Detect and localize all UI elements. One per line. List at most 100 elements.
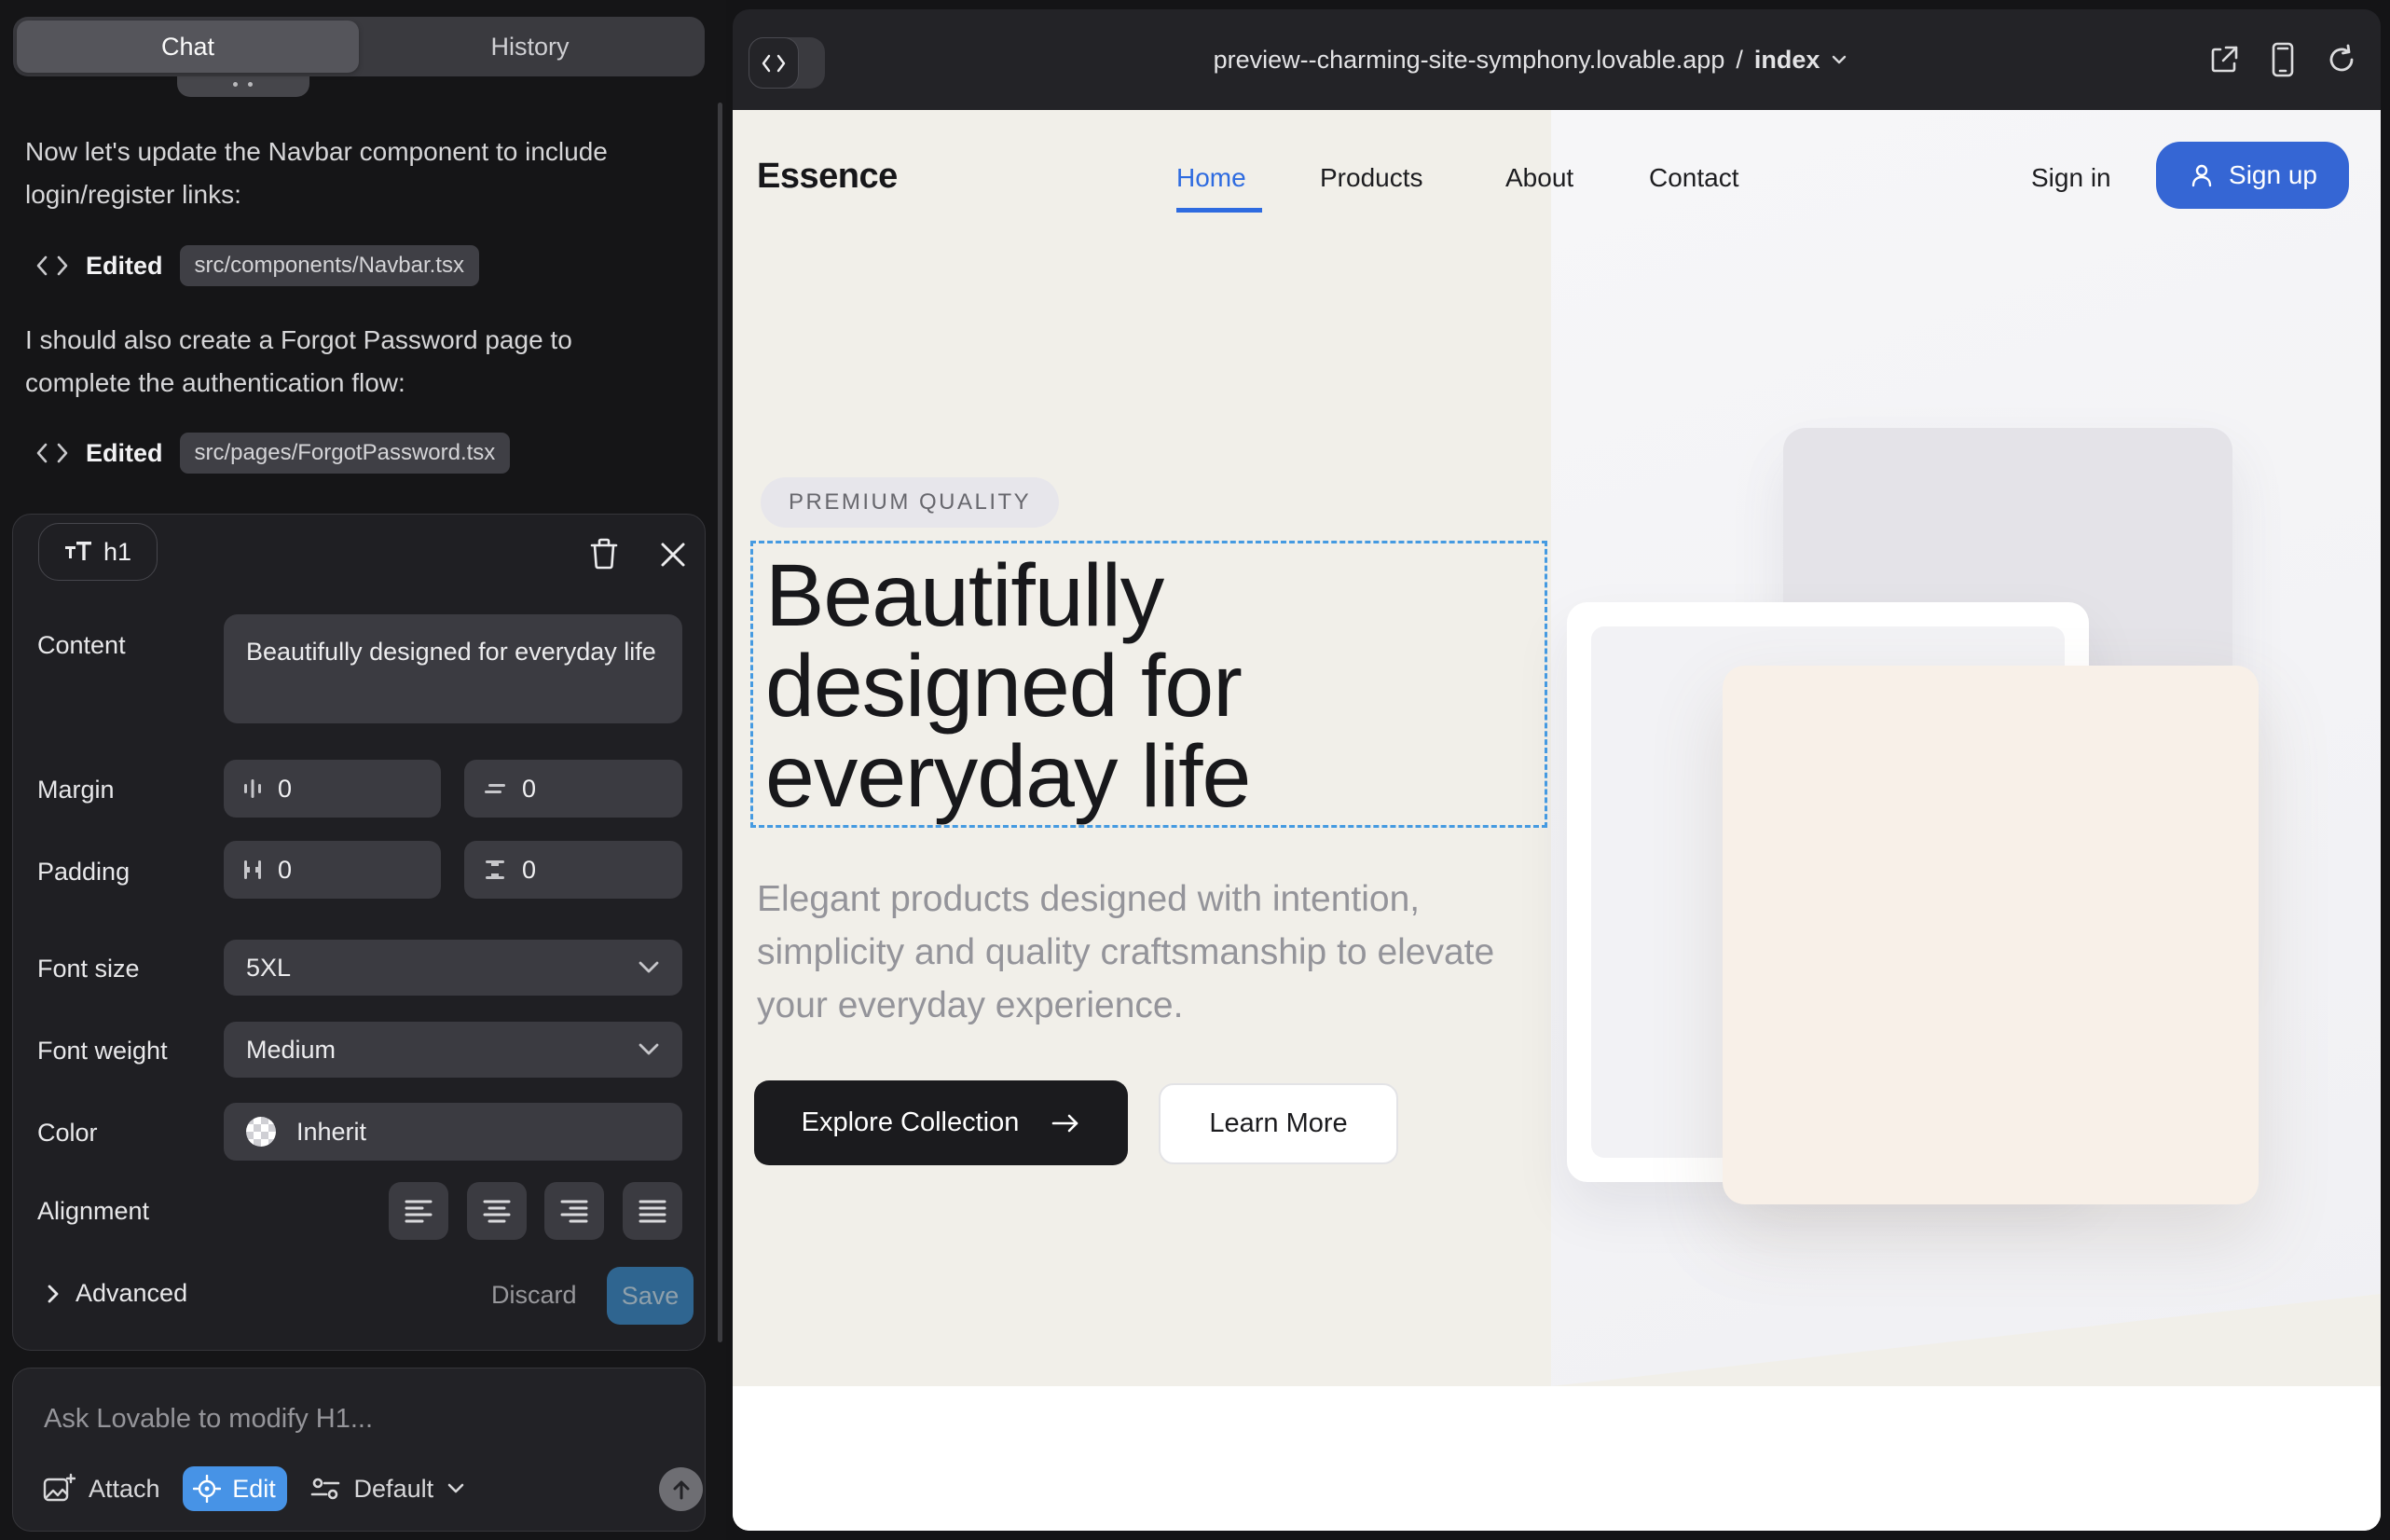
file-chip[interactable]: src/components/Navbar.tsx: [180, 245, 479, 286]
color-label: Color: [37, 1119, 98, 1148]
sign-in-link[interactable]: Sign in: [2031, 163, 2111, 193]
code-icon: [35, 254, 69, 278]
selected-element-pill[interactable]: h1: [38, 523, 158, 581]
user-icon: [2188, 161, 2216, 189]
attach-label: Attach: [89, 1475, 160, 1504]
font-size-label: Font size: [37, 955, 140, 983]
font-weight-value: Medium: [246, 1036, 336, 1065]
chat-scrollbar[interactable]: [718, 103, 722, 1342]
dot: [233, 82, 238, 87]
code-icon: [35, 441, 69, 465]
sliders-icon: [309, 1475, 341, 1503]
content-textarea[interactable]: Beautifully designed for everyday life: [224, 614, 682, 723]
save-button[interactable]: Save: [607, 1267, 694, 1325]
align-center-button[interactable]: [467, 1182, 527, 1240]
type-icon: [64, 540, 92, 564]
below-hero-section: [733, 1386, 2381, 1531]
advanced-toggle[interactable]: Advanced: [46, 1279, 187, 1308]
margin-y-input[interactable]: 0: [464, 760, 682, 818]
content-label: Content: [37, 631, 126, 660]
mode-label: Default: [354, 1475, 434, 1504]
crosshair-icon: [193, 1475, 221, 1503]
tab-history[interactable]: History: [359, 21, 701, 73]
cta-primary-label: Explore Collection: [802, 1107, 1020, 1138]
image-plus-icon: [42, 1473, 76, 1505]
chevron-down-icon: [638, 1042, 660, 1057]
arrow-up-icon: [671, 1478, 692, 1501]
mobile-view-icon[interactable]: [2271, 42, 2295, 77]
chat-message: I should also create a Forgot Password p…: [25, 319, 668, 405]
padding-x-icon: [242, 858, 263, 882]
font-size-select[interactable]: 5XL: [224, 940, 682, 996]
font-size-value: 5XL: [246, 954, 291, 983]
font-weight-select[interactable]: Medium: [224, 1022, 682, 1078]
chat-message: Now let's update the Navbar component to…: [25, 131, 668, 216]
discard-button[interactable]: Discard: [491, 1281, 577, 1310]
file-edit-row: Edited src/pages/ForgotPassword.tsx: [35, 433, 510, 474]
padding-label: Padding: [37, 858, 130, 887]
chat-composer[interactable]: Ask Lovable to modify H1... Attach Edit: [12, 1368, 706, 1532]
edit-mode-button[interactable]: Edit: [183, 1466, 287, 1511]
nav-link-contact[interactable]: Contact: [1649, 163, 1739, 193]
nav-link-about[interactable]: About: [1505, 163, 1573, 193]
file-chip[interactable]: src/pages/ForgotPassword.tsx: [180, 433, 511, 474]
site-logo[interactable]: Essence: [757, 157, 898, 197]
h1-selection-outline[interactable]: Beautifully designed for everyday life: [750, 541, 1547, 828]
file-edit-row: Edited src/components/Navbar.tsx: [35, 245, 479, 286]
nav-link-home[interactable]: Home: [1176, 163, 1246, 193]
arrow-right-icon: [1051, 1113, 1080, 1134]
color-select[interactable]: Inherit: [224, 1103, 682, 1161]
padding-x-input[interactable]: 0: [224, 841, 441, 899]
open-external-icon[interactable]: [2207, 43, 2241, 76]
browser-chrome: preview--charming-site-symphony.lovable.…: [733, 9, 2381, 110]
preview-url: preview--charming-site-symphony.lovable.…: [1214, 46, 1725, 75]
element-editor-panel: h1 Content Beautifully designed for ever…: [12, 514, 706, 1351]
align-justify-button[interactable]: [623, 1182, 682, 1240]
hero-section: Essence Home Products About Contact Sign…: [733, 110, 2381, 1386]
hero-card-cream: [1723, 666, 2259, 1204]
color-value: Inherit: [296, 1118, 366, 1147]
page-name: index: [1754, 46, 1820, 75]
dot: [248, 82, 253, 87]
margin-x-value: 0: [278, 775, 292, 804]
nav-link-products[interactable]: Products: [1320, 163, 1423, 193]
url-bar[interactable]: preview--charming-site-symphony.lovable.…: [707, 9, 2355, 110]
advanced-label: Advanced: [76, 1279, 187, 1308]
chevron-down-icon: [446, 1482, 465, 1495]
padding-x-value: 0: [278, 856, 292, 885]
chevron-right-icon: [46, 1283, 61, 1305]
attach-button[interactable]: Attach: [42, 1473, 160, 1505]
align-right-button[interactable]: [544, 1182, 604, 1240]
padding-y-input[interactable]: 0: [464, 841, 682, 899]
learn-more-button[interactable]: Learn More: [1159, 1083, 1398, 1164]
preview-browser-window: preview--charming-site-symphony.lovable.…: [733, 9, 2381, 1531]
send-button[interactable]: [659, 1467, 703, 1511]
padding-y-value: 0: [522, 856, 536, 885]
app-window: Chat History Now let's update the Navbar…: [0, 0, 2390, 1540]
margin-y-icon: [483, 778, 507, 799]
explore-collection-button[interactable]: Explore Collection: [754, 1080, 1128, 1165]
margin-x-input[interactable]: 0: [224, 760, 441, 818]
element-tag-label: h1: [103, 538, 131, 567]
site-viewport: Essence Home Products About Contact Sign…: [733, 110, 2381, 1531]
model-selector[interactable]: Default: [309, 1475, 466, 1504]
premium-quality-badge: PREMIUM QUALITY: [761, 477, 1059, 528]
alignment-label: Alignment: [37, 1197, 149, 1226]
delete-element-button[interactable]: [584, 535, 625, 572]
close-icon[interactable]: [654, 537, 692, 572]
chrome-actions: [2207, 9, 2358, 110]
edited-label: Edited: [86, 439, 163, 468]
composer-input[interactable]: Ask Lovable to modify H1...: [44, 1404, 373, 1435]
margin-label: Margin: [37, 776, 115, 804]
url-separator: /: [1736, 46, 1743, 75]
tab-chat[interactable]: Chat: [17, 21, 359, 73]
edit-label: Edit: [232, 1475, 276, 1504]
sign-up-button[interactable]: Sign up: [2156, 142, 2349, 209]
nav-active-underline: [1176, 208, 1262, 213]
refresh-icon[interactable]: [2325, 43, 2358, 76]
align-left-button[interactable]: [389, 1182, 448, 1240]
lovable-side-panel: Chat History Now let's update the Navbar…: [0, 0, 726, 1540]
panel-tabs: Chat History: [13, 17, 705, 76]
margin-y-value: 0: [522, 775, 536, 804]
edited-label: Edited: [86, 252, 163, 281]
